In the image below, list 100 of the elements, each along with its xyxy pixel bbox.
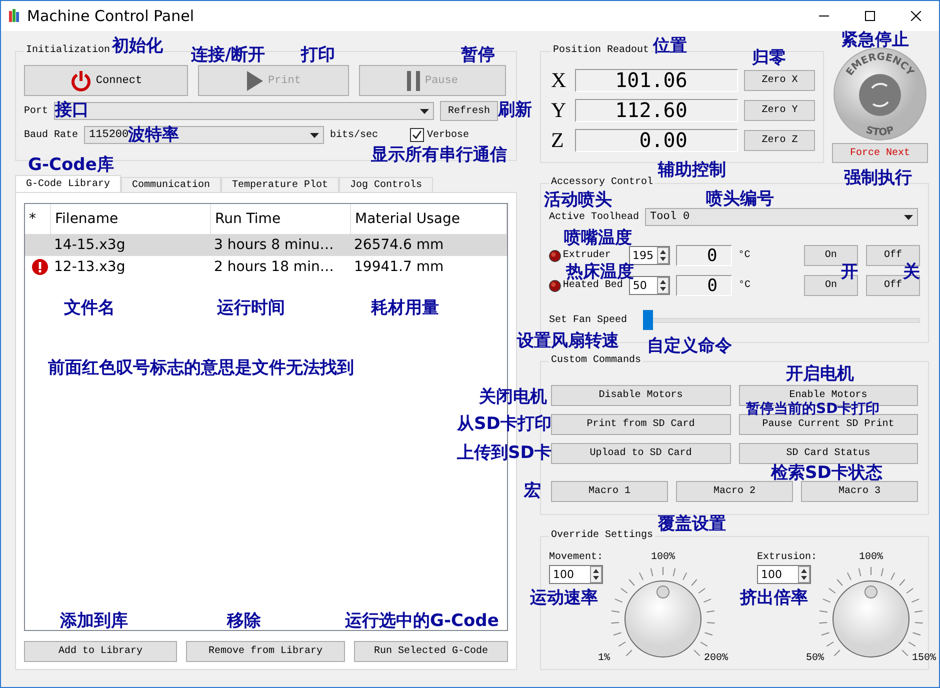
annotation-label: 喷头编号 [706, 190, 774, 208]
table-cell-text: 19941.7 mm [353, 259, 445, 275]
scale-label: 150% [912, 653, 936, 664]
group-title: Initialization [25, 45, 112, 57]
button[interactable]: Run Selected G-Code [354, 641, 508, 662]
annotation-label: 活动喷头 [544, 191, 612, 209]
annotation-label: 接口 [55, 101, 89, 119]
verbose-checkbox[interactable]: Verbose [410, 128, 470, 142]
axis-label: X [551, 69, 568, 92]
scale-label: 1% [598, 653, 610, 664]
zero-button[interactable]: Zero X [744, 70, 815, 91]
close-icon[interactable] [911, 11, 921, 21]
table-cell-text: 3 hours 8 minu… [213, 237, 335, 253]
macro-button[interactable]: Macro 1 [551, 481, 668, 502]
port-dropdown[interactable] [54, 102, 434, 120]
annotation-label: 强制执行 [844, 169, 912, 187]
maximize-icon[interactable] [865, 11, 875, 21]
annotation-label: 从SD卡打印 [457, 415, 552, 433]
scale-label: 50% [806, 653, 824, 664]
annotation-label: 添加到库 [60, 612, 128, 630]
annotation-label: 连接/断开 [191, 46, 266, 64]
annotation-label: 挤出倍率 [740, 589, 808, 607]
zero-button[interactable]: Zero Y [744, 100, 815, 121]
field-label: Active Toolhead [549, 212, 640, 222]
annotation-label: 辅助控制 [658, 161, 726, 179]
connect-button[interactable]: Connect [24, 65, 188, 96]
annotation-label: 运行选中的G-Code [345, 612, 499, 630]
group-title: Position Readout [552, 45, 650, 57]
annotation-label: 设置风扇转速 [517, 332, 619, 350]
scale-label: 100% [858, 552, 883, 563]
number-field[interactable]: 100 [549, 565, 603, 584]
fan-speed-slider[interactable] [643, 310, 920, 330]
button[interactable]: Remove from Library [186, 641, 345, 662]
annotation-label: 刷新 [498, 101, 532, 119]
field-label: Extrusion: [757, 552, 813, 563]
annotation-label: 检索SD卡状态 [771, 464, 882, 482]
scale-label: 100% [650, 552, 675, 563]
number-field[interactable]: 100 [757, 565, 811, 584]
button[interactable]: Upload to SD Card [551, 443, 730, 464]
position-readout: 0.00 [574, 129, 738, 152]
annotation-label: 移除 [227, 612, 261, 630]
caret-icon [904, 214, 914, 220]
annotation-label: 宏 [524, 482, 541, 500]
unit-label: °C [738, 250, 752, 261]
table-row[interactable]: 14-15.x3g 3 hours 8 minu… 26574.6 mm [25, 234, 507, 256]
power-icon [70, 70, 92, 92]
spin-arrows-icon [798, 566, 810, 583]
heater-label: Heated Bed [562, 280, 623, 291]
annotation-label: 紧急停止 [841, 31, 909, 49]
check-icon [412, 130, 422, 140]
annotation-label: 归零 [752, 49, 786, 67]
position-readout: 101.06 [574, 69, 738, 92]
unit-label: °C [738, 280, 752, 291]
annotation-label: 喷嘴温度 [564, 229, 632, 247]
annotation-label: 文件名 [64, 299, 115, 317]
number-field[interactable]: 195 [628, 246, 670, 265]
field-label: Set Fan Speed [549, 314, 628, 326]
tab[interactable]: G-Code Library [15, 175, 122, 192]
annotation-label: 位置 [653, 37, 687, 55]
group-title: Override Settings [550, 530, 654, 542]
button[interactable]: Disable Motors [551, 385, 730, 406]
macro-button[interactable]: Macro 3 [801, 481, 918, 502]
table-cell-text: 12-13.x3g [53, 259, 126, 275]
unit-label: bits/sec [330, 130, 378, 140]
table-cell-text: 14-15.x3g [53, 237, 126, 253]
temperature-readout: 0 [676, 275, 732, 296]
button[interactable]: Pause Current SD Print [738, 414, 918, 435]
button[interactable]: SD Card Status [738, 443, 918, 464]
group-title: Accessory Control [550, 177, 654, 189]
annotation-label: 波特率 [128, 126, 179, 144]
annotation-label: 运行时间 [217, 299, 285, 317]
table-cell-text: 2 hours 18 min… [213, 259, 335, 275]
annotation-label: 关闭电机 [479, 388, 547, 406]
tab[interactable]: Communication [121, 177, 222, 192]
tab[interactable]: Temperature Plot [221, 177, 340, 192]
pause-icon [406, 70, 421, 92]
group-title: Custom Commands [550, 355, 642, 367]
button[interactable]: Print from SD Card [551, 414, 730, 435]
annotation-label: 自定义命令 [647, 337, 732, 355]
axis-label: Z [551, 129, 565, 152]
spin-arrows-icon [657, 277, 670, 294]
indicator-light-icon [549, 248, 561, 264]
annotation-label: 前面红色叹号标志的意思是文件无法找到 [48, 359, 354, 377]
table-cell-text: 26574.6 mm [353, 237, 445, 253]
button[interactable]: Add to Library [24, 641, 177, 662]
tab[interactable]: Jog Controls [339, 177, 434, 192]
refresh-button[interactable]: Refresh [440, 101, 498, 121]
window-title: Machine Control Panel [27, 7, 196, 25]
toolhead-dropdown[interactable]: Tool 0 [645, 208, 918, 226]
annotation-label: 打印 [301, 46, 335, 64]
field-label: Port [24, 106, 48, 116]
app-icon [9, 9, 19, 23]
play-icon [246, 70, 264, 92]
macro-button[interactable]: Macro 2 [676, 481, 793, 502]
field-label: Movement: [549, 552, 604, 563]
force-next-button[interactable]: Force Next [832, 143, 928, 163]
annotation-label: 暂停 [461, 46, 495, 64]
zero-button[interactable]: Zero Z [744, 130, 815, 151]
spin-arrows-icon [590, 566, 602, 583]
annotation-label: 运动速率 [530, 589, 598, 607]
